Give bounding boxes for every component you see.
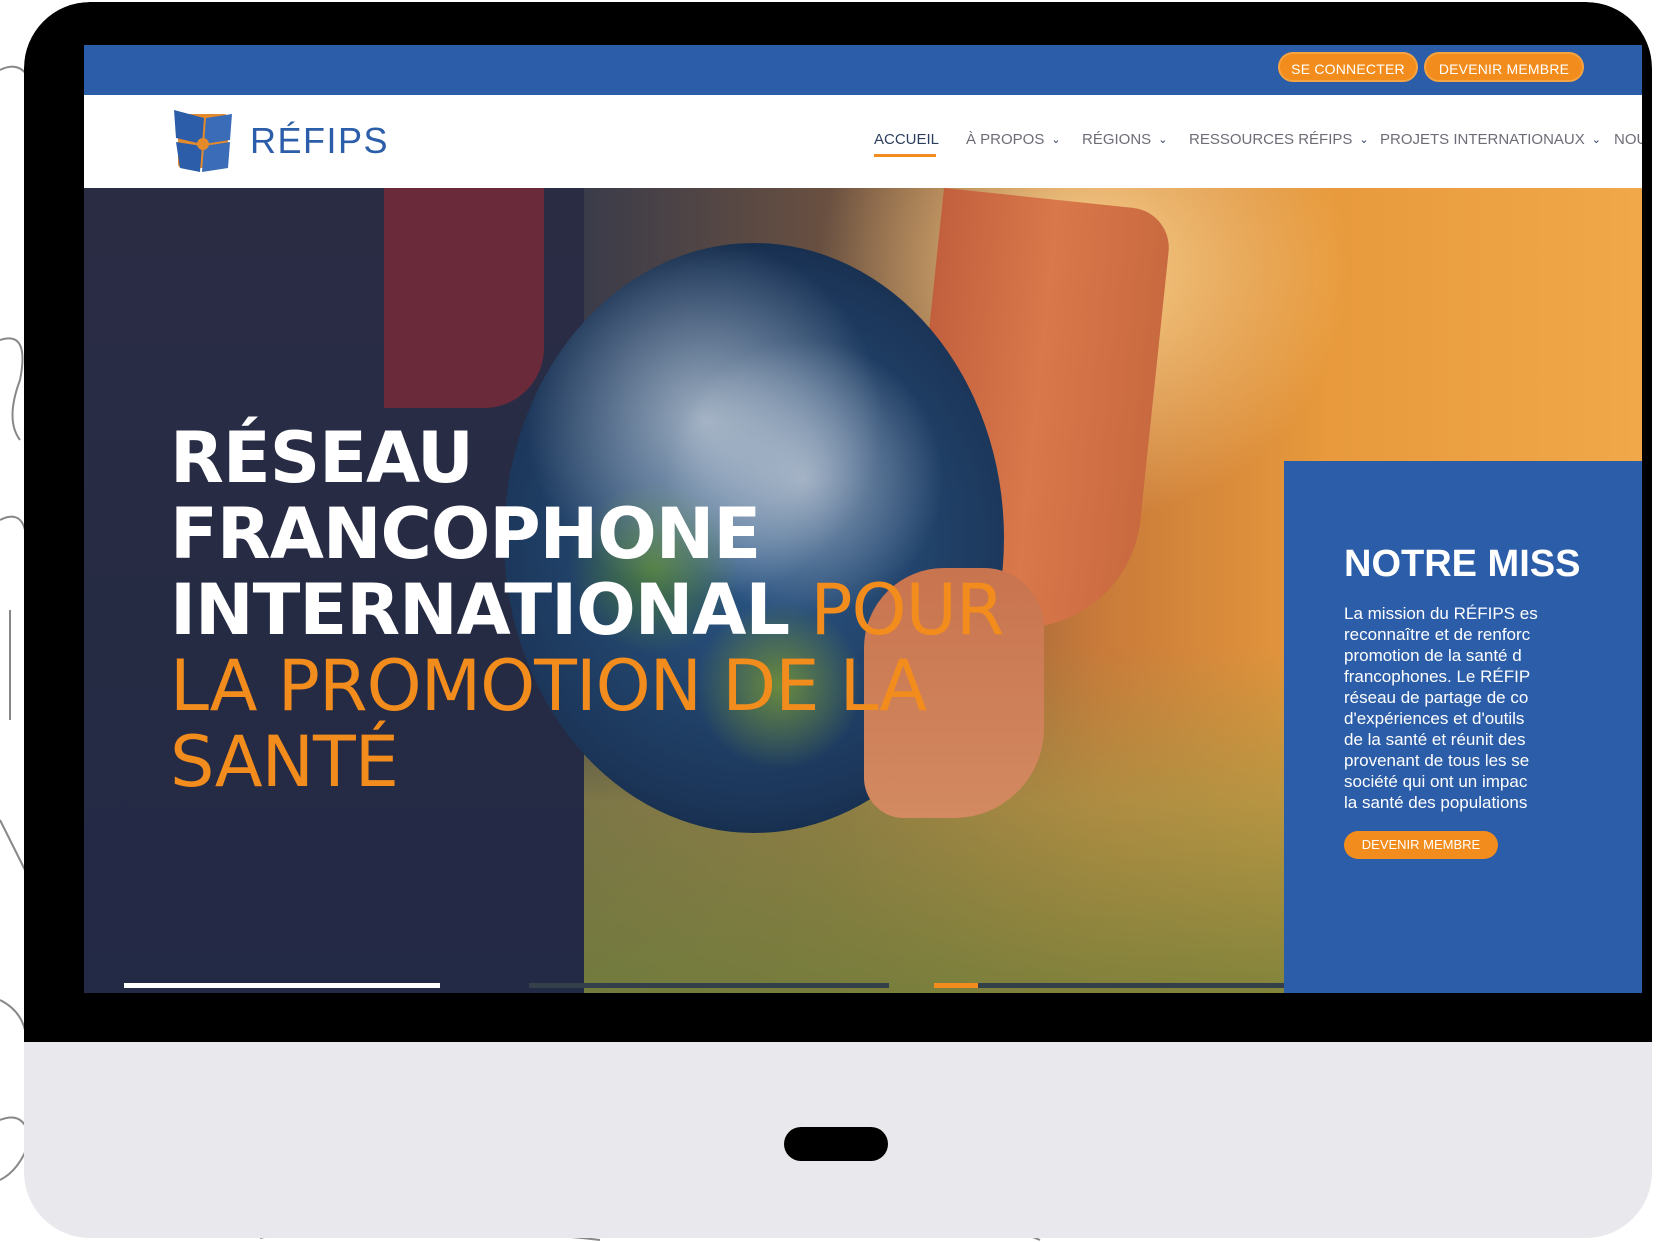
- slider-indicator-active[interactable]: [124, 983, 440, 988]
- hero-banner: RÉSEAU FRANCOPHONE INTERNATIONAL POUR LA…: [84, 188, 1642, 993]
- brand-name[interactable]: RÉFIPS: [250, 120, 389, 162]
- mission-panel: NOTRE MISS La mission du RÉFIPS es recon…: [1284, 461, 1642, 993]
- nav-item-label: ACCUEIL: [874, 131, 940, 148]
- mission-join-button[interactable]: DEVENIR MEMBRE: [1344, 831, 1498, 859]
- chevron-down-icon: ⌄: [1359, 134, 1369, 146]
- main-navigation: RÉFIPS ACCUEIL À PROPOS ⌄ RÉGIONS ⌄ RESSOU…: [84, 95, 1642, 188]
- nav-item-a-propos[interactable]: À PROPOS ⌄: [966, 131, 1061, 148]
- nav-item-label: NOU: [1614, 131, 1642, 148]
- hero-title-line2-accent: POUR: [789, 569, 1004, 651]
- nav-item-regions[interactable]: RÉGIONS ⌄: [1082, 131, 1167, 148]
- monitor-frame: SE CONNECTER DEVENIR MEMBRE RÉFIPS ACCUE…: [24, 2, 1652, 1238]
- nav-item-label: À PROPOS: [966, 131, 1045, 148]
- hero-title-line1: RÉSEAU FRANCOPHONE: [170, 417, 761, 575]
- top-bar: SE CONNECTER DEVENIR MEMBRE: [84, 45, 1642, 95]
- hero-title-line2: INTERNATIONAL: [170, 569, 790, 651]
- refips-logo-icon[interactable]: [172, 108, 234, 174]
- mission-text: La mission du RÉFIPS es reconnaître et d…: [1344, 604, 1538, 812]
- mission-title: NOTRE MISS: [1344, 543, 1581, 585]
- nav-item-ressources[interactable]: RESSOURCES RÉFIPS ⌄: [1189, 131, 1369, 148]
- slider-indicator[interactable]: [978, 983, 1284, 988]
- website-screen: SE CONNECTER DEVENIR MEMBRE RÉFIPS ACCUE…: [84, 45, 1642, 993]
- hero-title-line4: SANTÉ: [170, 721, 399, 803]
- hero-person-collar: [384, 188, 544, 408]
- nav-item-nous[interactable]: NOU: [1614, 131, 1642, 148]
- chevron-down-icon: ⌄: [1591, 134, 1601, 146]
- login-button[interactable]: SE CONNECTER: [1278, 52, 1418, 82]
- monitor-stand-indicator: [784, 1127, 888, 1161]
- join-button[interactable]: DEVENIR MEMBRE: [1424, 52, 1584, 82]
- nav-item-projets[interactable]: PROJETS INTERNATIONAUX ⌄: [1380, 131, 1601, 148]
- nav-item-accueil[interactable]: ACCUEIL: [874, 131, 939, 148]
- chevron-down-icon: ⌄: [1051, 134, 1061, 146]
- hero-title: RÉSEAU FRANCOPHONE INTERNATIONAL POUR LA…: [170, 420, 1070, 800]
- nav-item-label: RESSOURCES RÉFIPS: [1189, 131, 1353, 148]
- nav-item-label: RÉGIONS: [1082, 131, 1152, 148]
- slider-indicator[interactable]: [529, 983, 889, 988]
- active-nav-indicator: [874, 154, 936, 157]
- hero-title-line3: LA PROMOTION DE LA: [170, 645, 927, 727]
- nav-item-label: PROJETS INTERNATIONAUX: [1380, 131, 1585, 148]
- chevron-down-icon: ⌄: [1158, 134, 1168, 146]
- slider-indicator[interactable]: [934, 983, 978, 988]
